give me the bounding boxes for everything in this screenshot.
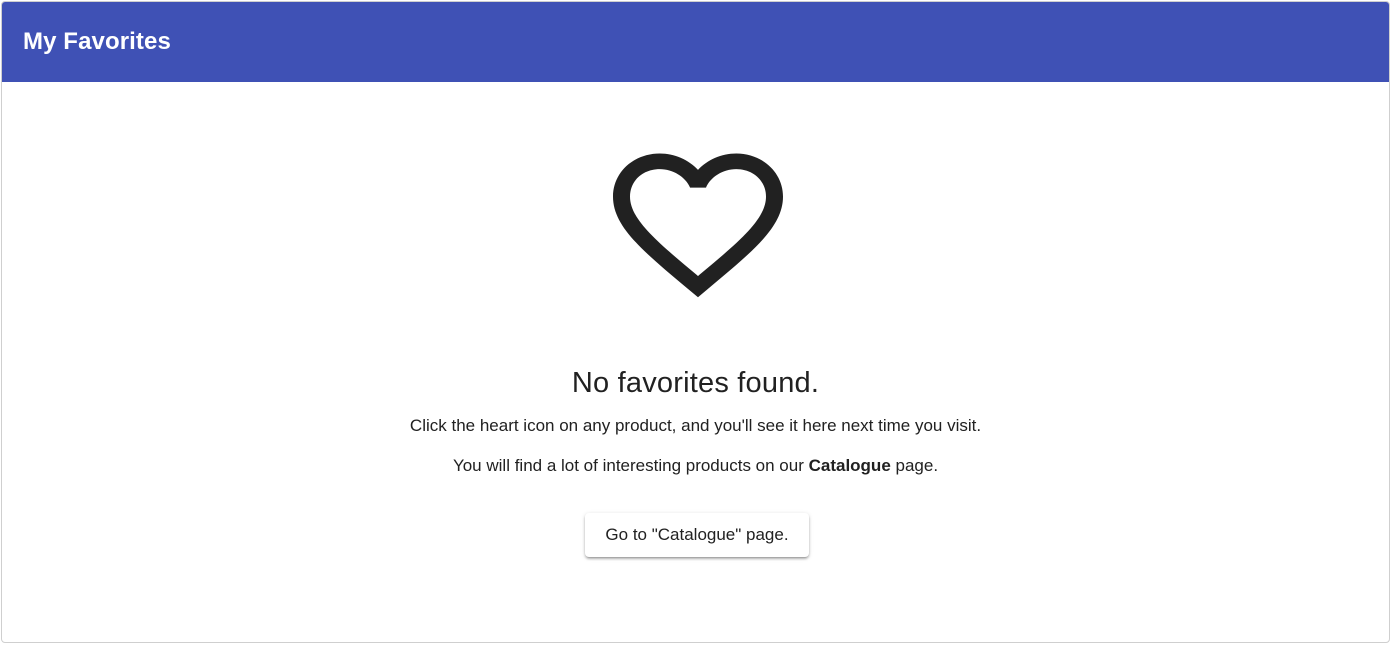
hint-text-after: page. bbox=[890, 456, 939, 475]
toolbar: My Favorites bbox=[2, 2, 1389, 82]
empty-state: No favorites found. Click the heart icon… bbox=[2, 82, 1389, 642]
empty-state-hint: You will find a lot of interesting produ… bbox=[2, 456, 1389, 476]
heart-outline-icon bbox=[596, 130, 800, 318]
empty-state-description: Click the heart icon on any product, and… bbox=[409, 416, 982, 435]
favorites-card: My Favorites No favorites found. Click t… bbox=[1, 1, 1390, 643]
go-to-catalogue-button[interactable]: Go to "Catalogue" page. bbox=[585, 513, 809, 557]
empty-state-title: No favorites found. bbox=[571, 367, 820, 399]
hint-catalogue-emphasis: Catalogue bbox=[808, 456, 891, 475]
page-title: My Favorites bbox=[23, 28, 171, 55]
hint-text-before: You will find a lot of interesting produ… bbox=[452, 456, 809, 475]
